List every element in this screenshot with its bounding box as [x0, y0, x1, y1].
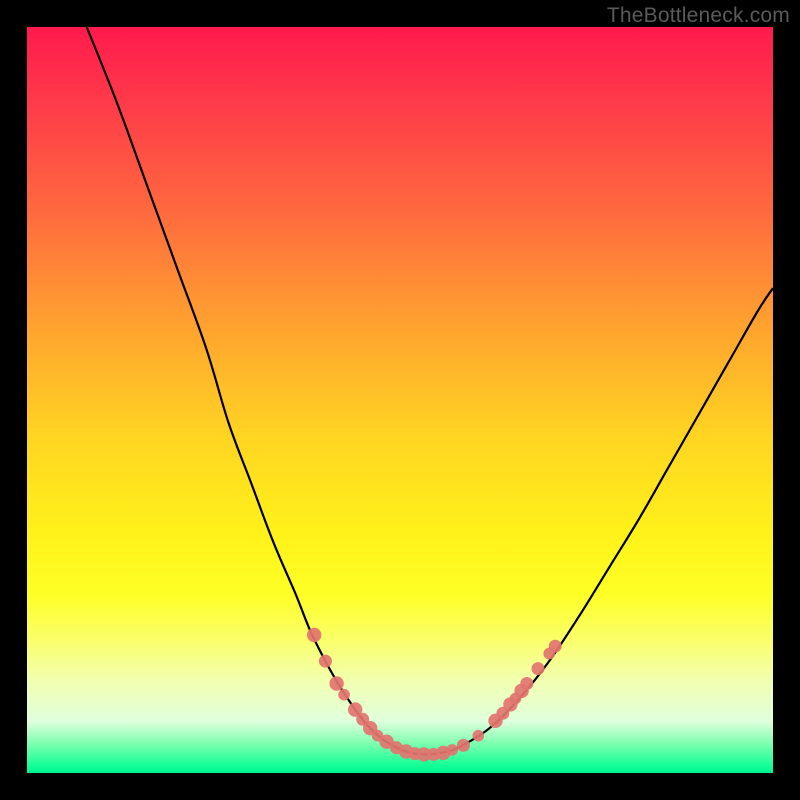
curve-marker	[457, 739, 470, 752]
curve-marker	[446, 744, 458, 756]
curve-marker	[319, 655, 332, 668]
curve-marker	[520, 677, 533, 690]
curve-markers	[307, 628, 562, 762]
curve-marker	[338, 689, 350, 701]
bottleneck-curve-svg	[27, 27, 773, 773]
chart-plot-area	[27, 27, 773, 773]
watermark-text: TheBottleneck.com	[607, 4, 790, 28]
curve-marker	[307, 628, 321, 642]
curve-marker	[549, 640, 562, 653]
bottleneck-curve-path	[87, 27, 773, 754]
curve-marker	[329, 676, 343, 690]
curve-marker	[532, 662, 545, 675]
curve-marker	[473, 730, 485, 742]
